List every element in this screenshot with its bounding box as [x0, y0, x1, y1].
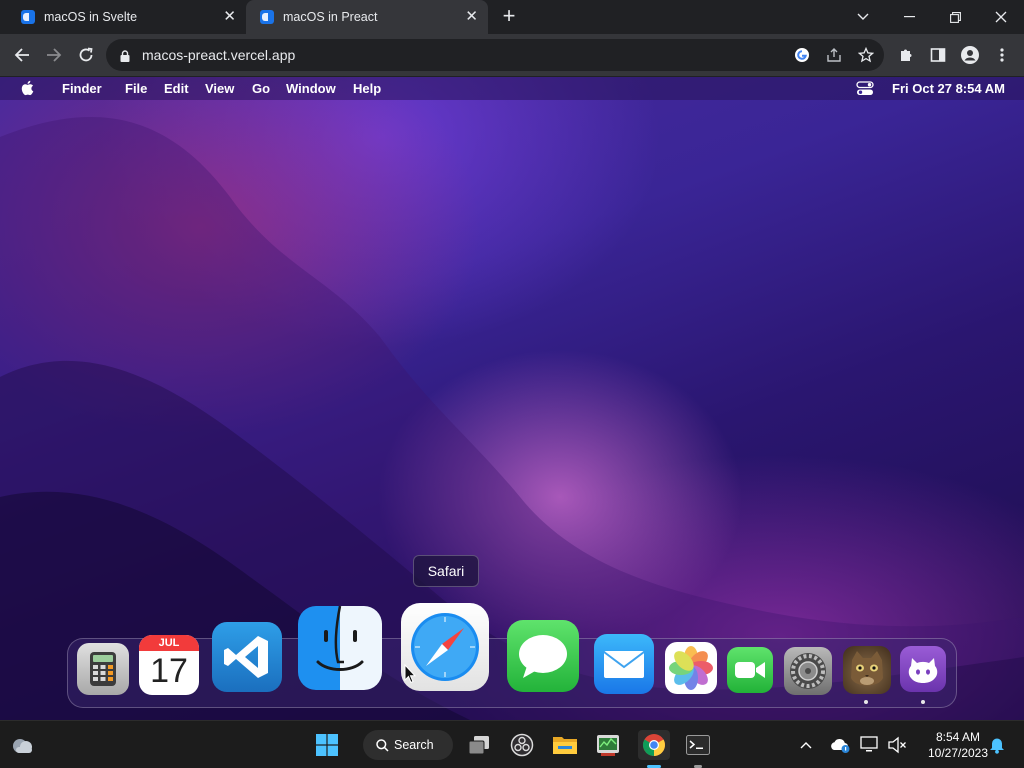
- facetime-icon: [735, 662, 765, 678]
- dock-tooltip: Safari: [413, 555, 479, 587]
- settings-icon: [790, 653, 826, 689]
- terminal-icon[interactable]: [683, 730, 713, 760]
- dock-calendar[interactable]: JUL 17: [139, 635, 199, 695]
- display-network-icon[interactable]: [855, 730, 885, 760]
- finder-icon: [316, 606, 364, 671]
- restore-button[interactable]: [932, 0, 978, 34]
- menu-view[interactable]: View: [205, 81, 234, 96]
- back-button[interactable]: [10, 43, 34, 67]
- running-indicator-dot: [864, 700, 868, 704]
- obs-studio-icon[interactable]: [507, 730, 537, 760]
- dock-facetime[interactable]: [727, 647, 773, 693]
- menu-edit[interactable]: Edit: [164, 81, 189, 96]
- tab-close-icon[interactable]: ✕: [223, 9, 236, 25]
- tab-macos-svelte[interactable]: macOS in Svelte ✕: [0, 0, 246, 34]
- reload-button[interactable]: [74, 43, 98, 67]
- menu-app-name[interactable]: Finder: [62, 81, 102, 96]
- weather-widget-icon[interactable]: [8, 730, 38, 760]
- close-window-button[interactable]: [978, 0, 1024, 34]
- tab-close-icon[interactable]: ✕: [465, 9, 478, 25]
- tab-title: macOS in Preact: [283, 10, 378, 24]
- macos-menu-bar: Finder File Edit View Go Window Help Fri…: [0, 77, 1024, 100]
- cat-icon: [851, 651, 883, 686]
- menu-go[interactable]: Go: [252, 81, 270, 96]
- address-bar[interactable]: macos-preact.vercel.app: [106, 39, 884, 71]
- dock-calculator[interactable]: [77, 643, 129, 695]
- tab-title: macOS in Svelte: [44, 10, 138, 24]
- tab-macos-preact[interactable]: macOS in Preact ✕: [246, 0, 488, 34]
- volume-muted-icon[interactable]: [882, 730, 912, 760]
- finder-favicon-icon: [260, 10, 274, 24]
- dock-cat-app[interactable]: [843, 646, 891, 694]
- photos-icon: [669, 646, 713, 690]
- forward-button[interactable]: [42, 43, 66, 67]
- more-menu-icon[interactable]: [990, 43, 1014, 67]
- browser-toolbar: macos-preact.vercel.app: [0, 34, 1024, 76]
- dock-vscode[interactable]: [212, 622, 282, 692]
- extensions-puzzle-icon[interactable]: [894, 43, 918, 67]
- show-hidden-icons-chevron-icon[interactable]: [791, 730, 821, 760]
- control-center-icon[interactable]: [856, 81, 874, 99]
- menu-window[interactable]: Window: [286, 81, 336, 96]
- task-view-icon[interactable]: [464, 730, 494, 760]
- github-icon: [908, 658, 938, 683]
- start-button-icon[interactable]: [312, 730, 342, 760]
- dock-finder[interactable]: [298, 606, 382, 690]
- notification-bell-icon[interactable]: [982, 730, 1012, 760]
- minimize-button[interactable]: [886, 0, 932, 34]
- messages-icon: [519, 635, 567, 678]
- dock-system-preferences[interactable]: [784, 647, 832, 695]
- calendar-day: 17: [150, 652, 188, 690]
- tab-search-chevron-icon[interactable]: [840, 0, 886, 34]
- taskbar-search-label: Search: [394, 738, 434, 752]
- taskbar-search[interactable]: Search: [363, 730, 453, 760]
- file-explorer-icon[interactable]: [550, 730, 580, 760]
- url-text: macos-preact.vercel.app: [142, 47, 296, 63]
- vscode-icon: [224, 636, 268, 678]
- onedrive-icon[interactable]: [825, 730, 855, 760]
- share-icon[interactable]: [824, 45, 844, 65]
- mail-icon: [603, 651, 645, 678]
- dock-messages[interactable]: [507, 620, 579, 692]
- running-indicator-dot: [921, 700, 925, 704]
- finder-favicon-icon: [21, 10, 35, 24]
- chrome-taskbar-icon[interactable]: [638, 730, 670, 760]
- bookmark-star-icon[interactable]: [856, 45, 876, 65]
- menu-help[interactable]: Help: [353, 81, 381, 96]
- apple-logo-icon[interactable]: [20, 80, 34, 99]
- search-icon: [376, 738, 389, 752]
- profile-avatar-icon[interactable]: [958, 43, 982, 67]
- new-tab-button[interactable]: +: [498, 5, 520, 27]
- side-panel-icon[interactable]: [926, 43, 950, 67]
- mouse-cursor-icon: [404, 664, 416, 684]
- lock-icon[interactable]: [120, 49, 130, 67]
- macos-desktop: Finder File Edit View Go Window Help Fri…: [0, 77, 1024, 720]
- browser-tab-strip: macOS in Svelte ✕ macOS in Preact ✕ +: [0, 0, 1024, 34]
- menu-file[interactable]: File: [125, 81, 147, 96]
- dock-photos[interactable]: [665, 642, 717, 694]
- calendar-month: JUL: [158, 637, 180, 649]
- windows-taskbar: Search 8:54 AM 10/27/2023: [0, 720, 1024, 768]
- calculator-icon: [90, 652, 116, 686]
- dock-github[interactable]: [900, 646, 946, 692]
- dock-mail[interactable]: [594, 634, 654, 694]
- google-icon[interactable]: [792, 45, 812, 65]
- menu-bar-clock[interactable]: Fri Oct 27 8:54 AM: [892, 81, 1005, 96]
- task-manager-icon[interactable]: [593, 730, 623, 760]
